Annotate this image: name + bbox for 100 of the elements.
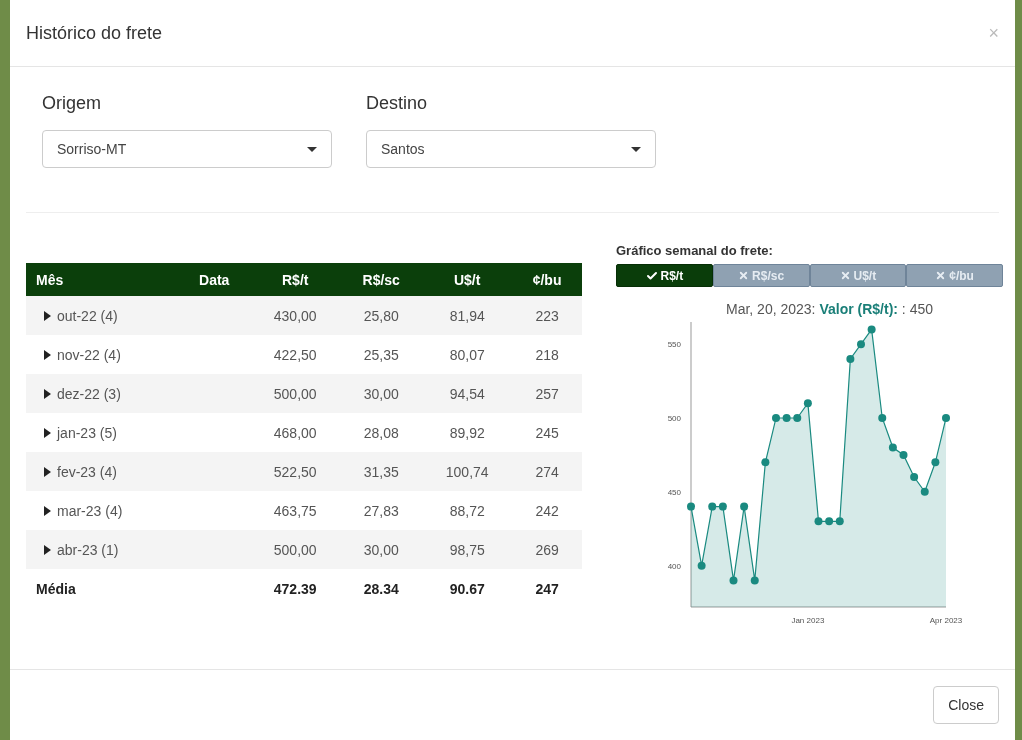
table-cell: 27,83 — [340, 491, 423, 530]
cross-icon — [839, 270, 851, 281]
table-cell: 468,00 — [250, 413, 341, 452]
dropdown-value: Santos — [381, 141, 425, 157]
table-cell: 98,75 — [422, 530, 513, 569]
y-tick-label: 500 — [667, 414, 681, 423]
data-point — [772, 414, 780, 422]
data-point — [899, 450, 908, 459]
check-icon — [645, 269, 658, 282]
table-cell: 94,54 — [422, 374, 513, 413]
data-point — [740, 502, 749, 511]
triangle-icon — [44, 544, 51, 555]
data-point — [729, 576, 738, 585]
month-toggle[interactable]: mar-23 (4) — [44, 502, 123, 519]
y-tick-label: 400 — [667, 561, 681, 571]
data-point — [814, 517, 823, 526]
table-cell: 472.39 — [250, 569, 341, 608]
data-point — [782, 414, 791, 422]
dropdown-select[interactable]: Sorriso-MT — [42, 130, 332, 168]
data-point — [867, 325, 876, 334]
data-point — [803, 399, 812, 408]
column-header: Mês — [26, 263, 179, 296]
average-label: Média — [26, 569, 179, 608]
data-point — [793, 414, 802, 422]
data-point — [761, 458, 770, 467]
data-point — [910, 473, 919, 482]
table-cell: 28,08 — [340, 413, 423, 452]
caret-icon — [307, 146, 317, 152]
table-cell: 247 — [512, 569, 582, 608]
close-button[interactable]: Close — [933, 686, 999, 724]
table-cell: 257 — [512, 374, 582, 413]
triangle-icon — [44, 505, 51, 516]
y-tick-label: 450 — [667, 487, 681, 497]
month-toggle[interactable]: abr-23 (1) — [44, 541, 119, 558]
table-cell: 80,07 — [422, 335, 513, 374]
month-toggle[interactable]: nov-22 (4) — [44, 346, 121, 363]
chart-title: Gráfico semanal do frete: — [616, 243, 774, 258]
triangle-icon — [44, 310, 51, 321]
table-cell: 30,00 — [340, 530, 423, 569]
column-header: U$/t — [422, 263, 513, 296]
table-cell: 269 — [512, 530, 582, 569]
table-cell: 422,50 — [250, 335, 341, 374]
dropdown-select[interactable]: Santos — [366, 130, 656, 168]
column-header: R$/t — [250, 263, 341, 296]
table-cell: 242 — [512, 491, 582, 530]
filter-label: Origem — [42, 93, 102, 114]
triangle-icon — [44, 466, 51, 477]
x-tick-label: Apr 2023 — [929, 616, 963, 625]
table-cell: 28.34 — [340, 569, 423, 608]
table-cell: 430,00 — [250, 296, 341, 335]
data-point — [697, 561, 706, 570]
cross-icon — [935, 270, 947, 281]
column-header: R$/sc — [340, 263, 423, 296]
caret-icon — [631, 146, 641, 152]
data-point — [825, 517, 834, 526]
data-point — [888, 443, 897, 452]
filter-label: Destino — [366, 93, 429, 114]
month-toggle[interactable]: out-22 (4) — [44, 307, 118, 324]
table-cell: 90.67 — [422, 569, 513, 608]
unit-toggle[interactable]: R$/t — [616, 264, 713, 287]
tooltip-text: Mar, 20, 2023: Valor (R$/t): : 450 — [725, 301, 934, 317]
table-cell: 100,74 — [422, 452, 513, 491]
table-cell: 500,00 — [250, 374, 341, 413]
month-toggle[interactable]: fev-23 (4) — [44, 463, 117, 480]
dropdown-value: Sorriso-MT — [57, 141, 127, 157]
table-cell: 89,92 — [422, 413, 513, 452]
triangle-icon — [44, 427, 51, 438]
table-cell: 500,00 — [250, 530, 341, 569]
data-point — [718, 502, 727, 511]
data-point — [878, 414, 887, 422]
month-toggle[interactable]: dez-22 (3) — [44, 385, 121, 402]
column-header: Data — [178, 263, 251, 296]
table-cell: 25,80 — [340, 296, 423, 335]
table-cell: 274 — [512, 452, 582, 491]
month-toggle[interactable]: jan-23 (5) — [44, 424, 117, 441]
data-point — [687, 502, 695, 511]
table-cell: 31,35 — [340, 452, 423, 491]
triangle-icon — [44, 388, 51, 399]
data-point — [931, 458, 940, 467]
table-cell: 522,50 — [250, 452, 341, 491]
data-point — [857, 340, 865, 349]
y-tick-label: 550 — [667, 340, 681, 350]
data-point — [920, 487, 929, 496]
column-header: ¢/bu — [512, 263, 582, 296]
table-cell: 81,94 — [422, 296, 513, 335]
triangle-icon — [44, 349, 51, 360]
cross-icon — [738, 270, 750, 281]
data-point — [835, 517, 844, 526]
x-tick-label: Jan 2023 — [791, 616, 825, 625]
data-point — [750, 576, 759, 585]
modal-title: Histórico do frete — [26, 22, 163, 44]
table-cell: 30,00 — [340, 374, 423, 413]
data-point — [846, 354, 855, 363]
data-point — [708, 502, 717, 511]
table-cell: 88,72 — [422, 491, 513, 530]
table-cell: 218 — [512, 335, 582, 374]
data-point — [942, 414, 950, 422]
table-cell: 223 — [512, 296, 582, 335]
table-cell: 245 — [512, 413, 582, 452]
table-cell: 463,75 — [250, 491, 341, 530]
